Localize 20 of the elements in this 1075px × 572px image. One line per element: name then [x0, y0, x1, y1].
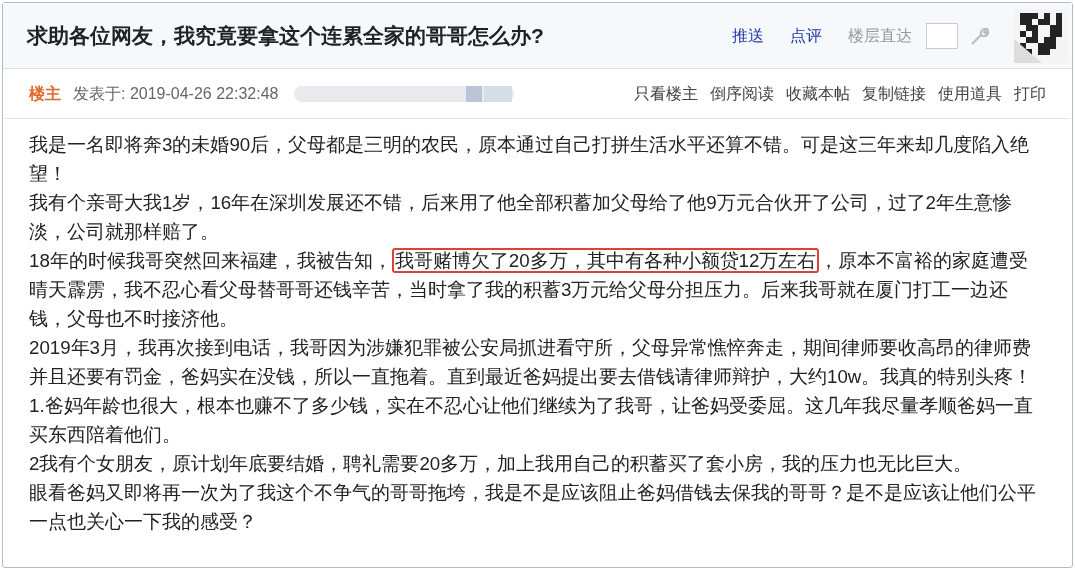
- thread-action-link[interactable]: 推送: [732, 23, 764, 48]
- post-tool-link[interactable]: 倒序阅读: [710, 81, 774, 106]
- post-paragraph: 2019年3月，我再次接到电话，我哥因为涉嫌犯罪被公安局抓进看守所，父母异常憔悴奔走，期间律师要收高昂的律师费并且还要有罚金，爸妈实在没钱，所以一直拖着。直到最近爸妈提出要去借钱请律师辩护，大约10w。我真的特别头疼！: [29, 336, 1034, 389]
- thread-title: 求助各位网友，我究竟要拿这个连累全家的哥哥怎么办?: [27, 22, 545, 49]
- thread-action-link[interactable]: 点评: [790, 23, 822, 48]
- floor-jump-label: 楼层直达: [848, 25, 912, 46]
- post-tool-link[interactable]: 打印: [1014, 81, 1046, 106]
- post-paragraph: 2我有个女朋友，原计划年底要结婚，聘礼需要20多万，加上我用自己的积蓄买了套小房，我的压力也无比巨大。: [29, 452, 974, 476]
- post-date: 发表于: 2019-04-26 22:32:48: [73, 83, 279, 104]
- post-paragraph: 眼看爸妈又即将再一次为了我这个不争气的哥哥拖垮，我是不是应该阻止爸妈借钱去保我的哥哥？是不是应该让他们公平一点也关心一下我的感受？: [29, 481, 1037, 534]
- qr-code-icon[interactable]: [1014, 8, 1068, 63]
- post-paragraph: 18年的时候我哥突然回来福建，我被告知， 我哥赌博欠了20多万，其中有各种小额贷12万左右 ，原本不富裕的家庭遭受晴天霹雳，我不忍心看父母替哥哥还钱辛苦，当时拿了我的积蓄3万元给父母分担压力。后来我哥就在厦门打工一边还钱，父母也不时接济他。: [29, 247, 1030, 331]
- post-paragraph: 我是一名即将奔3的未婚90后，父母都是三明的农民，原本通过自己打拼生活水平还算不错。可是这三年来却几度陷入绝望！: [29, 133, 1031, 186]
- post-tool-link[interactable]: 收藏本帖: [786, 81, 850, 106]
- floor-number-field[interactable]: [926, 22, 958, 49]
- post-tool-link[interactable]: 复制链接: [862, 81, 926, 106]
- post-tool-link[interactable]: 只看楼主: [634, 81, 698, 106]
- post-paragraph: 1.爸妈年龄也很大，根本也赚不了多少钱，实在不忍心让他们继续为了我哥，让爸妈受委屈。这几年我尽量孝顺爸妈一直买东西陪着他们。: [29, 394, 1034, 447]
- post-tool-link[interactable]: 使用道具: [938, 81, 1002, 106]
- post-paragraph: 我有个亲哥大我1岁，16年在深圳发展还不错，后来用了他全部积蓄加父母给了他9万元合伙开了公司，过了2年生意惨淡，公司就那样赔了。: [29, 191, 1013, 244]
